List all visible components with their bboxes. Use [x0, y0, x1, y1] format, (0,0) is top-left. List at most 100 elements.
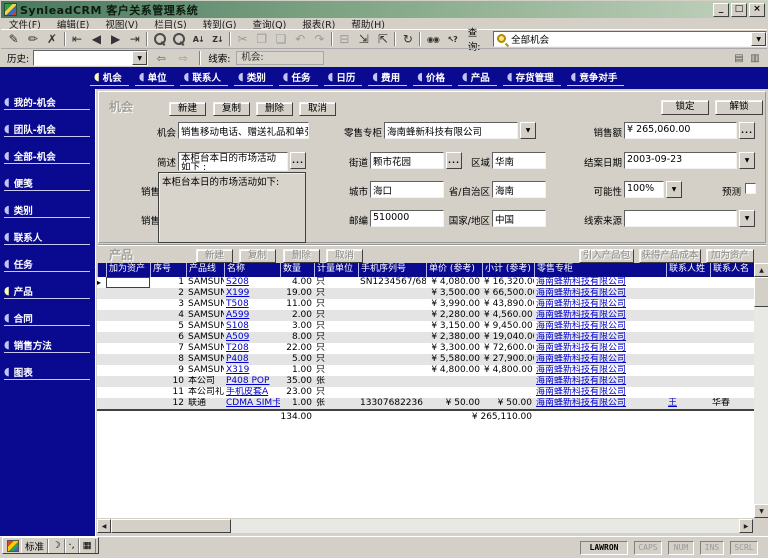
- scroll-down-icon[interactable]: ▼: [754, 504, 768, 518]
- product-copy-button[interactable]: 复制: [239, 249, 276, 263]
- column-header[interactable]: 单价 (参考): [426, 263, 482, 277]
- contact-last-name-link[interactable]: [666, 277, 710, 288]
- whats-this-icon[interactable]: ↖?: [443, 31, 462, 48]
- tab-calendar[interactable]: ◖ 日历: [324, 70, 363, 86]
- add-as-asset-button[interactable]: 加为资产: [706, 249, 754, 263]
- product-name-link[interactable]: S208: [224, 277, 280, 288]
- send-icon[interactable]: ⇱: [373, 31, 392, 48]
- history-dropdown-button[interactable]: ▼: [132, 51, 147, 65]
- ime-mode-button[interactable]: 标准: [21, 539, 48, 553]
- table-row[interactable]: 12 联通 CDMA SIM卡 1.00 张 13307682236 ¥ 50.…: [97, 398, 754, 409]
- contact-last-name-link[interactable]: [666, 288, 710, 299]
- contact-last-name-link[interactable]: [666, 354, 710, 365]
- amount-field[interactable]: ¥ 265,060.00: [624, 122, 737, 139]
- find-icon[interactable]: ◉◉: [423, 31, 442, 48]
- edit-record-icon[interactable]: ✏: [23, 31, 42, 48]
- copy-icon[interactable]: ❐: [252, 31, 271, 48]
- contact-last-name-link[interactable]: [666, 332, 710, 343]
- history-combo[interactable]: ▼: [33, 50, 148, 66]
- country-field[interactable]: 中国: [492, 210, 546, 227]
- product-delete-button[interactable]: 删除: [283, 249, 320, 263]
- store-link[interactable]: 海南蜂新科技有限公司: [534, 310, 666, 321]
- table-row[interactable]: 6 SAMSUNG A509 8.00 只 ¥ 2,380.00 ¥ 19,04…: [97, 332, 754, 343]
- tab-price[interactable]: ◖ 价格: [413, 70, 452, 86]
- contact-last-name-link[interactable]: [666, 310, 710, 321]
- unlock-button[interactable]: 解锁: [715, 100, 763, 115]
- sidebar-item-charts[interactable]: ◖ 图表: [4, 365, 90, 380]
- table-row[interactable]: 11 本公司礼 手机皮套A 23.00 只 海南蜂新科技有限公司: [97, 387, 754, 398]
- probability-field[interactable]: 100%: [624, 181, 664, 198]
- opportunity-cancel-button[interactable]: 取消: [299, 102, 336, 116]
- zip-field[interactable]: 510000: [370, 210, 444, 227]
- tab-expense[interactable]: ◖ 费用: [368, 70, 407, 86]
- sidebar-item-tasks[interactable]: ◖ 任务: [4, 257, 90, 272]
- ime-punctuation-icon[interactable]: ·,: [65, 539, 79, 553]
- store-link[interactable]: 海南蜂新科技有限公司: [534, 343, 666, 354]
- table-row[interactable]: 9 SAMSUNG X319 1.00 只 ¥ 4,800.00 ¥ 4,800…: [97, 365, 754, 376]
- get-product-cost-button[interactable]: 获得产品成本: [639, 249, 701, 263]
- tab-products[interactable]: ◖ 产品: [458, 70, 497, 86]
- table-row[interactable]: 7 SAMSUNG T208 22.00 只 ¥ 3,300.00 ¥ 72,6…: [97, 343, 754, 354]
- product-name-link[interactable]: X199: [224, 288, 280, 299]
- brief-ellipsis-button[interactable]: ...: [290, 152, 306, 169]
- cut-icon[interactable]: ✂: [233, 31, 252, 48]
- sort-desc-icon[interactable]: Z↓: [208, 31, 227, 48]
- column-header[interactable]: 序号: [150, 263, 186, 277]
- product-name-link[interactable]: A599: [224, 310, 280, 321]
- product-name-link[interactable]: X319: [224, 365, 280, 376]
- sidebar-item-contacts[interactable]: ◖ 联系人: [4, 230, 90, 245]
- query-combo[interactable]: 全部机会 ▼: [493, 31, 767, 47]
- sidebar-item-contracts[interactable]: ◖ 合同: [4, 311, 90, 326]
- brief-field[interactable]: 本柜台本日的市场活动如下 :: [178, 152, 288, 171]
- opportunity-delete-button[interactable]: 删除: [256, 102, 293, 116]
- tab-competitors[interactable]: ◖ 竞争对手: [567, 70, 625, 86]
- refresh-icon[interactable]: ↻: [398, 31, 417, 48]
- tab-opportunity[interactable]: ◖ 机会: [90, 70, 129, 86]
- table-row[interactable]: 10 本公司 P408 POP 35.00 张 海南蜂新科技有限公司: [97, 376, 754, 387]
- column-header[interactable]: 加为资产: [106, 263, 150, 277]
- product-name-link[interactable]: CDMA SIM卡: [224, 398, 280, 409]
- paste-icon[interactable]: ❏: [271, 31, 290, 48]
- table-row[interactable]: 2 SAMSUNG X199 19.00 只 ¥ 3,500.00 ¥ 66,5…: [97, 288, 754, 299]
- product-name-link[interactable]: T208: [224, 343, 280, 354]
- undo-icon[interactable]: ↶: [291, 31, 310, 48]
- import-product-package-button[interactable]: 引入产品包: [579, 249, 634, 263]
- brief-memo-popup[interactable]: 本柜台本日的市场活动如下:: [158, 172, 306, 243]
- contact-last-name-link[interactable]: [666, 365, 710, 376]
- table-row[interactable]: ▸ 1 SAMSUNG S208 4.00 只 SN1234567/68/ ¥ …: [97, 277, 754, 288]
- opportunity-field[interactable]: 销售移动电话、赠送礼品和单张: [178, 122, 309, 139]
- store-field[interactable]: 海南蜂新科技有限公司: [384, 122, 518, 139]
- column-header[interactable]: 名称: [224, 263, 280, 277]
- column-header[interactable]: 联系人名: [710, 263, 753, 277]
- store-dropdown-button[interactable]: ▼: [520, 122, 536, 139]
- tab-category[interactable]: ◖ 类别: [234, 70, 273, 86]
- sidebar-item-category[interactable]: ◖ 类别: [4, 203, 90, 218]
- store-link[interactable]: 海南蜂新科技有限公司: [534, 321, 666, 332]
- column-header[interactable]: 联系人姓: [666, 263, 710, 277]
- street-ellipsis-button[interactable]: ...: [446, 152, 462, 169]
- vertical-scroll-thumb[interactable]: [754, 277, 768, 307]
- close-button[interactable]: ×: [749, 3, 765, 17]
- contact-last-name-link[interactable]: [666, 387, 710, 398]
- lead-source-dropdown-button[interactable]: ▼: [739, 210, 755, 227]
- tab-tasks[interactable]: ◖ 任务: [279, 70, 318, 86]
- query-dropdown-button[interactable]: ▼: [751, 32, 766, 46]
- scroll-left-icon[interactable]: ◀: [97, 519, 111, 533]
- close-date-dropdown-button[interactable]: ▼: [739, 152, 755, 169]
- probability-dropdown-button[interactable]: ▼: [666, 181, 682, 198]
- ime-logo-icon[interactable]: [7, 540, 19, 552]
- store-link[interactable]: 海南蜂新科技有限公司: [534, 354, 666, 365]
- store-link[interactable]: 海南蜂新科技有限公司: [534, 387, 666, 398]
- store-link[interactable]: 海南蜂新科技有限公司: [534, 376, 666, 387]
- product-new-button[interactable]: 新建: [196, 249, 233, 263]
- province-field[interactable]: 海南: [492, 181, 546, 198]
- table-row[interactable]: 4 SAMSUNG A599 2.00 只 ¥ 2,280.00 ¥ 4,560…: [97, 310, 754, 321]
- grid-view-icon[interactable]: ▤: [731, 51, 747, 66]
- store-link[interactable]: 海南蜂新科技有限公司: [534, 365, 666, 376]
- contact-last-name-link[interactable]: 王: [666, 398, 710, 409]
- contact-last-name-link[interactable]: [666, 299, 710, 310]
- sidebar-item-products[interactable]: ◖ 产品: [4, 284, 90, 299]
- street-field[interactable]: 颗市花园: [370, 152, 444, 169]
- amount-ellipsis-button[interactable]: ...: [739, 122, 755, 139]
- tab-company[interactable]: ◖ 单位: [135, 70, 174, 86]
